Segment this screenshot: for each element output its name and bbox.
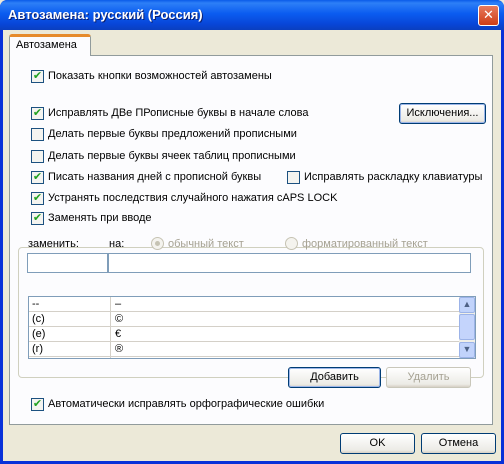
- list-item[interactable]: (c) ©: [29, 312, 459, 327]
- autocorrect-dialog: Автозамена: русский (Россия) ✕ Автозамен…: [0, 0, 504, 464]
- window-title: Автозамена: русский (Россия): [8, 7, 203, 22]
- caps-lock-label: Устранять последствия случайного нажатия…: [48, 192, 338, 204]
- entry-from: --: [32, 298, 40, 310]
- scroll-up-icon[interactable]: ▲: [459, 297, 475, 313]
- close-icon[interactable]: ✕: [478, 5, 499, 26]
- replace-as-type-checkbox[interactable]: ✔: [31, 212, 44, 225]
- caps-lock-checkbox[interactable]: ✔: [31, 192, 44, 205]
- sentence-caps-checkbox[interactable]: [31, 128, 44, 141]
- with-field-label: на:: [109, 238, 125, 250]
- exceptions-button[interactable]: Исключения...: [399, 103, 486, 124]
- delete-button[interactable]: Удалить: [386, 367, 471, 388]
- replace-field-label: заменить:: [28, 238, 79, 250]
- entry-to: –: [115, 298, 122, 310]
- table-cell-caps-checkbox[interactable]: [31, 150, 44, 163]
- with-input[interactable]: [108, 253, 471, 273]
- entry-from: (r): [32, 343, 43, 355]
- keyboard-layout-checkbox[interactable]: [287, 171, 300, 184]
- replace-as-type-label: Заменять при вводе: [48, 212, 152, 224]
- keyboard-layout-label: Исправлять раскладку клавиатуры: [304, 171, 483, 183]
- day-names-label: Писать названия дней с прописной буквы: [48, 171, 262, 183]
- list-item[interactable]: (r) ®: [29, 342, 459, 357]
- autocorrect-panel: ✔ Показать кнопки возможностей автозамен…: [9, 55, 493, 425]
- list-item[interactable]: -- –: [29, 297, 459, 312]
- entry-to: ®: [115, 343, 124, 355]
- add-button[interactable]: Добавить: [288, 367, 381, 388]
- plain-text-radio[interactable]: [151, 237, 164, 250]
- two-caps-label: Исправлять ДВе ПРописные буквы в начале …: [48, 107, 309, 119]
- spelling-checkbox[interactable]: ✔: [31, 398, 44, 411]
- replace-input[interactable]: [27, 253, 108, 273]
- dialog-body: Автозамена ✔ Показать кнопки возможносте…: [3, 30, 501, 461]
- entry-to: ©: [115, 313, 124, 325]
- tab-autocorrect[interactable]: Автозамена: [9, 34, 91, 56]
- tab-label: Автозамена: [16, 39, 77, 51]
- two-caps-checkbox[interactable]: ✔: [31, 107, 44, 120]
- title-bar[interactable]: Автозамена: русский (Россия) ✕: [0, 0, 504, 30]
- spelling-label: Автоматически исправлять орфографические…: [48, 398, 325, 410]
- entry-from: (e): [32, 328, 46, 340]
- entry-to: €: [115, 328, 122, 340]
- table-cell-caps-label: Делать первые буквы ячеек таблиц прописн…: [48, 150, 296, 162]
- scroll-down-icon[interactable]: ▼: [459, 342, 475, 358]
- plain-text-label: обычный текст: [168, 238, 244, 250]
- list-scrollbar[interactable]: ▲ ▼: [459, 297, 475, 358]
- show-buttons-label: Показать кнопки возможностей автозамены: [48, 70, 272, 82]
- formatted-text-label: форматированный текст: [302, 238, 428, 250]
- ok-button[interactable]: OK: [340, 433, 415, 454]
- scroll-thumb[interactable]: [459, 314, 475, 340]
- list-item[interactable]: (e) €: [29, 327, 459, 342]
- formatted-text-radio[interactable]: [285, 237, 298, 250]
- sentence-caps-label: Делать первые буквы предложений прописны…: [48, 128, 297, 140]
- show-buttons-checkbox[interactable]: ✔: [31, 70, 44, 83]
- cancel-button[interactable]: Отмена: [421, 433, 496, 454]
- replacement-list[interactable]: -- – (c) © (e) € (r) ® ▲ ▼: [28, 296, 476, 359]
- day-names-checkbox[interactable]: ✔: [31, 171, 44, 184]
- entry-from: (c): [32, 313, 45, 325]
